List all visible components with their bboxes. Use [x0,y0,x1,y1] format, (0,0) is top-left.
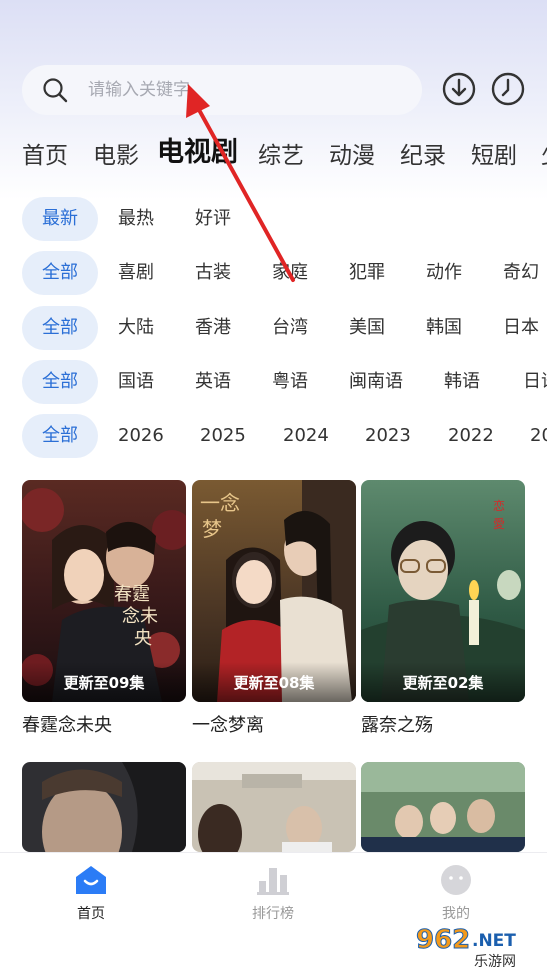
svg-text:念未: 念未 [122,605,158,627]
svg-text:.NET: .NET [472,931,516,951]
filter-chip-genre[interactable]: 古装 [195,251,231,295]
filter-chip-region[interactable]: 大陆 [118,306,154,350]
tab-tv-series[interactable]: 电视剧 [157,137,238,169]
poster-card-1[interactable]: 春霆 念未 央 更新至09集 [22,480,186,702]
filter-chip-language[interactable]: 国语 [118,360,154,404]
filter-chip-year[interactable]: 2024 [283,414,329,458]
filter-chip-language[interactable]: 日语 [523,360,547,404]
filter-chip-genre[interactable]: 喜剧 [118,251,154,295]
episode-badge: 更新至08集 [192,662,356,702]
tab-documentary[interactable]: 纪录 [400,140,446,172]
filter-chip-genre[interactable]: 犯罪 [349,251,385,295]
filter-chip-genre-all[interactable]: 全部 [22,251,98,295]
filter-row-year: 全部 2026 2025 2024 2023 2022 20 [0,414,547,458]
filter-chip-region[interactable]: 日本 [503,306,539,350]
home-icon [76,866,106,894]
nav-ranking[interactable]: 排行榜 [228,865,318,923]
watermark-logo: 962 .NET 乐游网 [416,925,517,971]
poster-title[interactable]: 春霆念未央 [22,714,112,738]
poster-card-3[interactable]: 恋 愛 更新至02集 [361,480,525,702]
filter-chip-region[interactable]: 台湾 [272,306,308,350]
search-bar[interactable]: 请输入关键字 [22,65,422,115]
filter-row-genre: 全部 喜剧 古装 家庭 犯罪 动作 奇幻 [0,251,547,295]
tab-home[interactable]: 首页 [22,140,68,172]
tab-anime[interactable]: 动漫 [329,140,375,172]
poster-image [22,762,186,852]
filter-chip-genre[interactable]: 家庭 [272,251,308,295]
poster-card-5[interactable] [192,762,356,852]
svg-text:梦: 梦 [202,517,222,541]
search-icon [43,78,68,103]
filter-chip-language-all[interactable]: 全部 [22,360,98,404]
filter-chip-language[interactable]: 粤语 [272,360,308,404]
poster-title[interactable]: 一念梦离 [192,714,264,738]
filter-chip-year[interactable]: 2022 [448,414,494,458]
episode-badge: 更新至09集 [22,662,186,702]
filter-chip-language[interactable]: 英语 [195,360,231,404]
poster-card-4[interactable] [22,762,186,852]
filter-row-sort: 最新 最热 好评 [0,197,547,241]
nav-home[interactable]: 首页 [46,865,136,923]
profile-icon [441,865,471,895]
filter-chip-year[interactable]: 2023 [365,414,411,458]
episode-badge: 更新至02集 [361,662,525,702]
filter-chip-rated[interactable]: 好评 [195,197,231,241]
svg-text:春霆: 春霆 [114,584,150,605]
tab-short-drama[interactable]: 短剧 [471,140,517,172]
filter-chip-year-all[interactable]: 全部 [22,414,98,458]
filter-chip-year[interactable]: 2025 [200,414,246,458]
tab-variety[interactable]: 综艺 [258,140,304,172]
filter-row-region: 全部 大陆 香港 台湾 美国 韩国 日本 [0,306,547,350]
download-icon[interactable] [442,72,476,106]
filter-chip-genre[interactable]: 动作 [426,251,462,295]
filter-chip-region[interactable]: 韩国 [426,306,462,350]
nav-profile[interactable]: 我的 [411,865,501,923]
ranking-icon [257,868,289,895]
filter-chip-year[interactable]: 20 [530,414,547,458]
filter-chip-hot[interactable]: 最热 [118,197,154,241]
svg-text:962: 962 [416,925,470,955]
svg-text:央: 央 [134,628,152,649]
search-input[interactable]: 请输入关键字 [88,65,190,115]
filter-chip-region[interactable]: 香港 [195,306,231,350]
filter-row-language: 全部 国语 英语 粤语 闽南语 韩语 日语 [0,360,547,404]
svg-text:恋: 恋 [493,498,505,513]
filter-chip-year[interactable]: 2026 [118,414,164,458]
filter-chip-region[interactable]: 美国 [349,306,385,350]
svg-text:乐游网: 乐游网 [474,954,516,970]
category-tabs: 首页 电影 电视剧 综艺 动漫 纪录 短剧 少 [0,132,547,178]
filter-chip-language[interactable]: 韩语 [444,360,480,404]
filter-chip-genre[interactable]: 奇幻 [503,251,539,295]
nav-home-label: 首页 [77,906,105,922]
svg-text:愛: 愛 [493,517,505,531]
poster-image [361,762,525,852]
poster-card-6[interactable] [361,762,525,852]
svg-text:一念: 一念 [200,491,240,515]
filter-chip-region-all[interactable]: 全部 [22,306,98,350]
filter-chip-language[interactable]: 闽南语 [349,360,403,404]
nav-ranking-label: 排行榜 [252,906,294,922]
filter-chip-latest[interactable]: 最新 [22,197,98,241]
history-clock-icon[interactable] [491,72,525,106]
poster-title[interactable]: 露奈之殇 [361,714,433,738]
tab-movie[interactable]: 电影 [93,140,139,172]
poster-image [192,762,356,852]
poster-card-2[interactable]: 一念 梦 更新至08集 [192,480,356,702]
tab-kids[interactable]: 少 [541,140,547,172]
